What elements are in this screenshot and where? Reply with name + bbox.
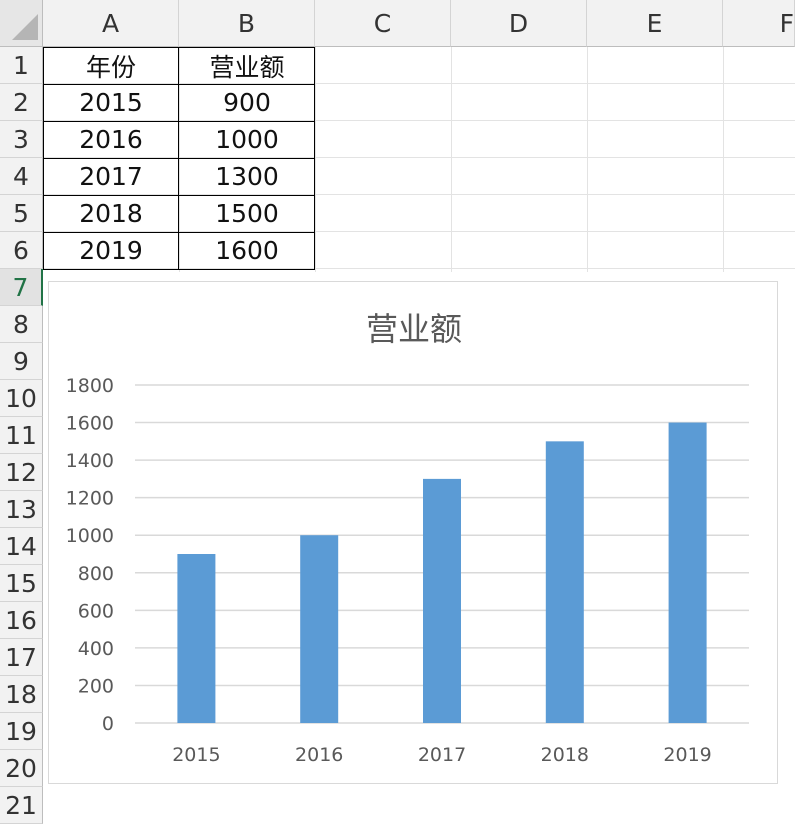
- row-header-17[interactable]: 17: [0, 639, 43, 676]
- table-divider-horizontal: [43, 84, 315, 85]
- row-header-3[interactable]: 3: [0, 121, 43, 158]
- y-tick-label: 400: [78, 638, 114, 660]
- gridline-vertical: [315, 47, 316, 272]
- y-tick-label: 0: [102, 713, 114, 735]
- select-all-corner[interactable]: [0, 0, 43, 47]
- row-header-6[interactable]: 6: [0, 232, 43, 269]
- chart-title[interactable]: 营业额: [366, 310, 462, 348]
- x-tick-label: 2016: [295, 744, 343, 766]
- row-header-1[interactable]: 1: [0, 47, 43, 84]
- row-header-4[interactable]: 4: [0, 158, 43, 195]
- cell-a1-year-header[interactable]: 年份: [43, 47, 179, 84]
- y-tick-label: 600: [78, 600, 114, 622]
- table-divider-horizontal: [43, 232, 315, 233]
- cell-revenue[interactable]: 1000: [179, 121, 315, 158]
- y-tick-label: 1600: [66, 413, 114, 435]
- cell-year[interactable]: 2019: [43, 232, 179, 269]
- select-all-triangle-icon: [12, 14, 38, 40]
- row-header-21[interactable]: 21: [0, 787, 43, 824]
- row-header-15[interactable]: 15: [0, 565, 43, 602]
- row-header-9[interactable]: 9: [0, 343, 43, 380]
- bar-2017[interactable]: [423, 478, 461, 723]
- row-header-7[interactable]: 7: [0, 269, 43, 306]
- gridline-vertical: [587, 47, 588, 272]
- row-header-11[interactable]: 11: [0, 417, 43, 454]
- cell-year[interactable]: 2017: [43, 158, 179, 195]
- column-header-e[interactable]: E: [587, 0, 723, 47]
- row-header-8[interactable]: 8: [0, 306, 43, 343]
- table-divider-horizontal: [43, 121, 315, 122]
- x-tick-label: 2017: [418, 744, 466, 766]
- column-header-b[interactable]: B: [179, 0, 315, 47]
- column-header-a[interactable]: A: [43, 0, 179, 47]
- cell-year[interactable]: 2018: [43, 195, 179, 232]
- cell-revenue[interactable]: 1600: [179, 232, 315, 269]
- row-header-2[interactable]: 2: [0, 84, 43, 121]
- bar-2016[interactable]: [300, 535, 339, 723]
- gridline-vertical: [723, 47, 724, 272]
- gridline-vertical: [451, 47, 452, 272]
- x-axis-ticks: 2015 2016 2017 2018 2019: [172, 744, 712, 766]
- row-header-14[interactable]: 14: [0, 528, 43, 565]
- row-header-16[interactable]: 16: [0, 602, 43, 639]
- y-tick-label: 1200: [66, 488, 114, 510]
- column-header-d[interactable]: D: [451, 0, 587, 47]
- row-header-13[interactable]: 13: [0, 491, 43, 528]
- row-header-12[interactable]: 12: [0, 454, 43, 491]
- y-axis-ticks: 0 200 400 600 800 1000 1200 1400 1600 1800: [66, 375, 114, 735]
- cell-revenue[interactable]: 1500: [179, 195, 315, 232]
- cell-year[interactable]: 2016: [43, 121, 179, 158]
- bar-2015[interactable]: [177, 554, 216, 723]
- bar-2019[interactable]: [668, 422, 707, 723]
- row-header-18[interactable]: 18: [0, 676, 43, 713]
- row-header-10[interactable]: 10: [0, 380, 43, 417]
- cell-revenue[interactable]: 1300: [179, 158, 315, 195]
- table-divider-horizontal: [43, 158, 315, 159]
- x-tick-label: 2019: [663, 744, 711, 766]
- cell-year[interactable]: 2015: [43, 84, 179, 121]
- cell-revenue[interactable]: 900: [179, 84, 315, 121]
- y-tick-label: 1000: [66, 525, 114, 547]
- row-header-20[interactable]: 20: [0, 750, 43, 787]
- revenue-bar-chart[interactable]: 营业额 0 200 400 600 800 1000 1200 1400 1600 1800 20…: [48, 281, 778, 784]
- cell-b1-revenue-header[interactable]: 营业额: [179, 47, 315, 84]
- row-header-5[interactable]: 5: [0, 195, 43, 232]
- chart-canvas: 营业额 0 200 400 600 800 1000 1200 1400 1600 1800 20…: [66, 310, 749, 766]
- y-tick-label: 200: [78, 675, 114, 697]
- x-tick-label: 2018: [541, 744, 589, 766]
- y-tick-label: 1800: [66, 375, 114, 397]
- y-tick-label: 1400: [66, 450, 114, 472]
- column-header-c[interactable]: C: [315, 0, 451, 47]
- column-header-f[interactable]: F: [723, 0, 795, 47]
- y-tick-label: 800: [78, 563, 114, 585]
- row-header-19[interactable]: 19: [0, 713, 43, 750]
- bar-2018[interactable]: [545, 441, 584, 723]
- table-divider-horizontal: [43, 195, 315, 196]
- x-tick-label: 2015: [172, 744, 220, 766]
